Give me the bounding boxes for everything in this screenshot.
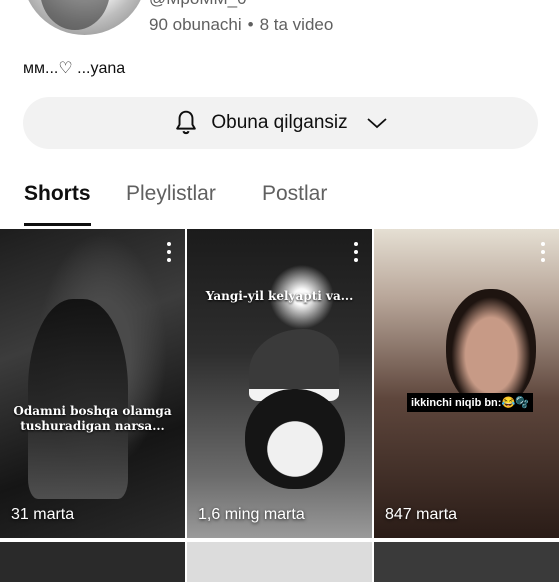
- short-tile[interactable]: Odamni boshqa olamga tushuradigan narsa.…: [0, 229, 185, 538]
- short-caption: Odamni boshqa olamga tushuradigan narsa.…: [13, 404, 172, 433]
- shorts-grid: Odamni boshqa olamga tushuradigan narsa.…: [0, 229, 560, 582]
- bell-icon: [176, 110, 197, 135]
- tab-shorts[interactable]: Shorts: [24, 182, 91, 206]
- more-options-icon[interactable]: [352, 242, 360, 262]
- video-count: 8 ta video: [259, 15, 334, 34]
- short-tile[interactable]: [0, 542, 185, 582]
- channel-meta: 90 obunachi • 8 ta video: [149, 15, 333, 35]
- active-tab-indicator: [24, 223, 91, 226]
- more-options-icon[interactable]: [165, 242, 173, 262]
- short-tile[interactable]: ikkinchi niqib bn:😂🫧 847 marta: [374, 229, 559, 538]
- channel-tabs: Shorts Pleylistlar Postlar: [0, 176, 560, 228]
- thumbnail-image: [28, 299, 128, 499]
- short-caption: Yangi-yil kelyapti va...: [205, 289, 354, 303]
- short-views: 31 marta: [11, 506, 75, 523]
- channel-description[interactable]: мм...♡ ...yana: [23, 58, 125, 78]
- short-tile[interactable]: [187, 542, 372, 582]
- thumbnail-image: [245, 389, 345, 489]
- subscribed-label: Obuna qilgansiz: [211, 112, 348, 133]
- thumbnail-image: [446, 289, 536, 409]
- meta-separator: •: [247, 15, 254, 34]
- subscriber-count: 90 obunachi: [149, 15, 242, 34]
- short-caption: ikkinchi niqib bn:😂🫧: [407, 393, 533, 412]
- short-tile[interactable]: [374, 542, 559, 582]
- subscribed-button[interactable]: Obuna qilgansiz: [23, 97, 538, 149]
- chevron-down-icon: [367, 118, 387, 129]
- more-options-icon[interactable]: [539, 242, 547, 262]
- short-views: 847 marta: [385, 506, 458, 523]
- channel-handle: @MpoMM_0: [149, 0, 247, 9]
- channel-avatar[interactable]: [22, 0, 147, 35]
- short-views: 1,6 ming marta: [198, 506, 305, 523]
- tab-posts[interactable]: Postlar: [262, 182, 327, 206]
- short-tile[interactable]: Yangi-yil kelyapti va... 1,6 ming marta: [187, 229, 372, 538]
- tab-playlists[interactable]: Pleylistlar: [126, 182, 216, 206]
